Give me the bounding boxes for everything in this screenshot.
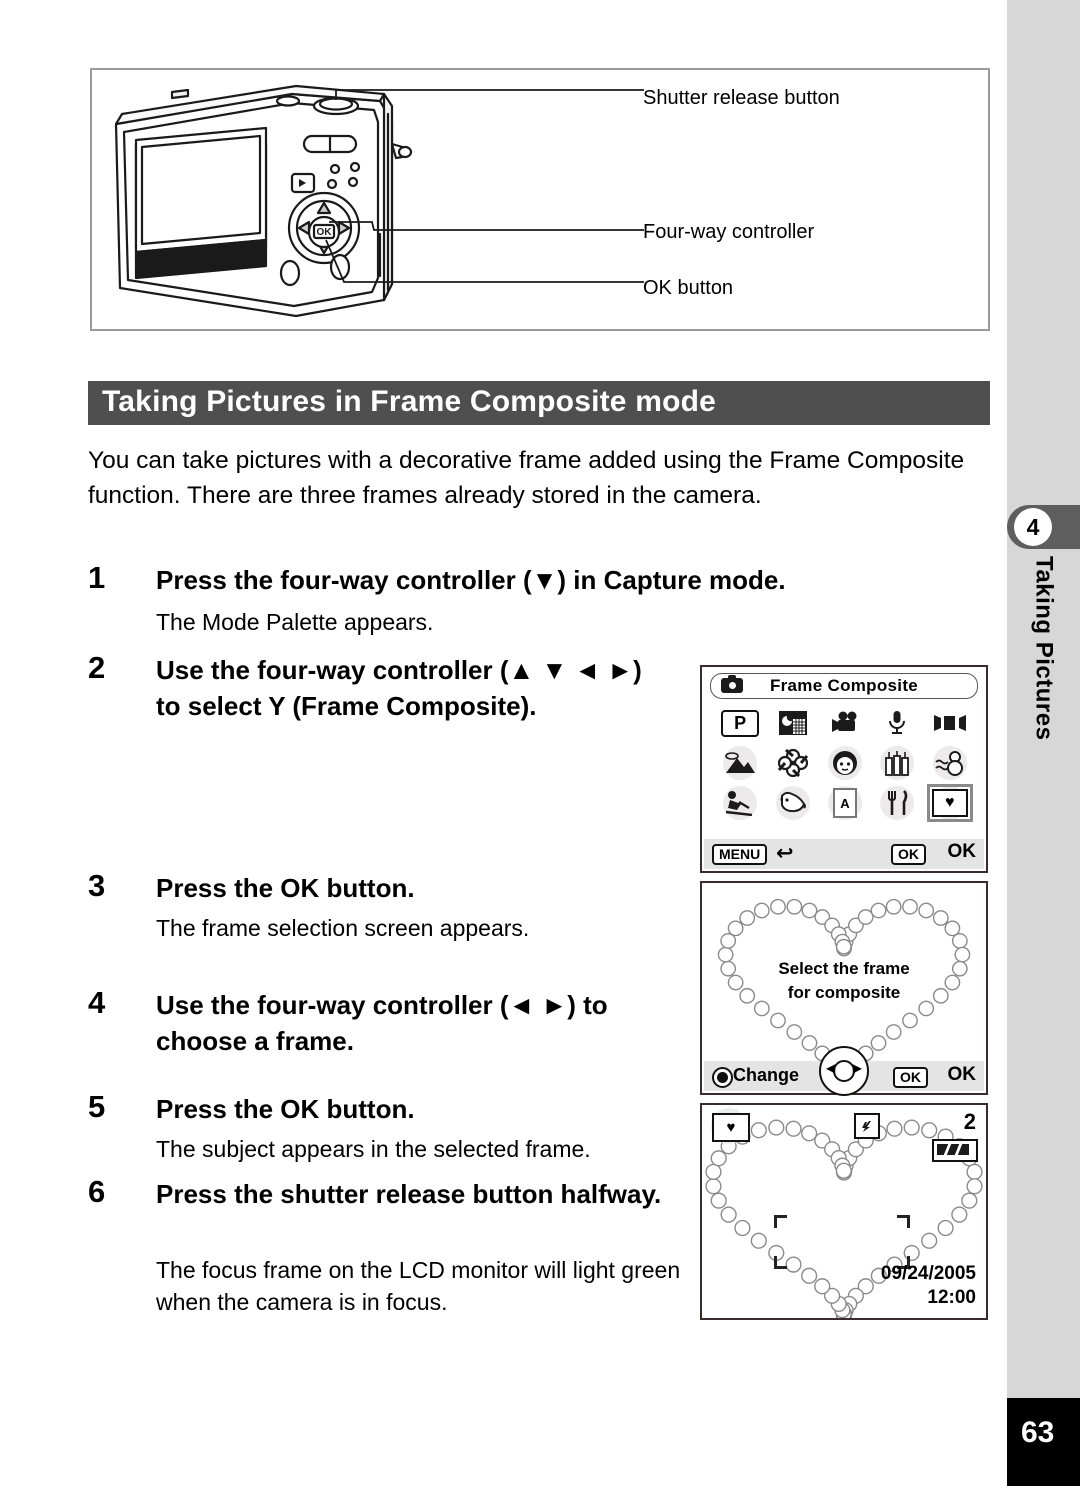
mode-icon-landscape[interactable] bbox=[714, 743, 766, 783]
sport-mode-icon bbox=[726, 791, 753, 816]
mode-icon-sport[interactable] bbox=[714, 783, 766, 823]
pet-mode-icon bbox=[780, 791, 806, 813]
mode-icon-food[interactable] bbox=[871, 783, 923, 823]
frame-composite-icon: ♥ bbox=[945, 794, 955, 811]
page-title: Taking Pictures in Frame Composite mode bbox=[102, 385, 717, 418]
mode-icon-frame-composite[interactable]: ♥ bbox=[924, 783, 976, 823]
mode-icon-surf-and-snow[interactable] bbox=[871, 743, 923, 783]
movie-mode-icon bbox=[831, 711, 857, 732]
step-5-number: 5 bbox=[88, 1089, 106, 1124]
step-1-number: 1 bbox=[88, 560, 106, 595]
lcd-frame-selection-screen: Select the frame for composite Change ◀ … bbox=[700, 881, 988, 1096]
mode-palette-grid: P A ♥ bbox=[714, 703, 976, 823]
change-dot-icon bbox=[712, 1067, 733, 1088]
focus-frame-corner-tr bbox=[894, 1215, 910, 1231]
caption-line-2: for composite bbox=[787, 983, 901, 1002]
svg-text:OK: OK bbox=[317, 227, 333, 238]
label-shutter-release-button: Shutter release button bbox=[643, 87, 840, 109]
ok-label: OK bbox=[947, 1064, 977, 1085]
step-4-number: 4 bbox=[88, 985, 106, 1020]
frame-select-caption: Select the frame for composite bbox=[702, 957, 986, 1005]
step-5-description: The subject appears in the selected fram… bbox=[156, 1136, 591, 1162]
step-4-title: Use the four-way controller (◄ ►) to cho… bbox=[156, 990, 608, 1056]
label-four-way-controller: Four-way controller bbox=[643, 221, 815, 243]
chapter-label: Taking Pictures bbox=[1007, 556, 1080, 856]
mode-icon-movie[interactable] bbox=[819, 703, 871, 743]
change-label: Change bbox=[733, 1065, 800, 1085]
text-mode-icon: A bbox=[840, 795, 850, 811]
ok-key[interactable]: OK bbox=[893, 1067, 928, 1088]
mode-icon-night-scene[interactable] bbox=[766, 703, 818, 743]
shots-remaining-count: 2 bbox=[963, 1109, 976, 1134]
ok-label: OK bbox=[947, 841, 977, 862]
mode-palette-title: Frame Composite bbox=[769, 676, 919, 695]
battery-level-icon bbox=[932, 1139, 978, 1162]
food-mode-icon bbox=[888, 790, 908, 815]
frame-composite-mode-badge: ♥ bbox=[711, 1108, 750, 1144]
program-mode-icon: P bbox=[734, 712, 747, 733]
menu-key[interactable]: MENU bbox=[712, 844, 768, 865]
four-way-controller-icon: ◀ ▶ bbox=[819, 1046, 869, 1096]
ok-key[interactable]: OK bbox=[891, 844, 926, 865]
mode-icon-text[interactable]: A bbox=[819, 783, 871, 823]
step-2-title: Use the four-way controller (▲ ▼ ◄ ►) to… bbox=[156, 655, 642, 721]
step-2-number: 2 bbox=[88, 650, 106, 685]
focus-frame-corner-bl bbox=[774, 1253, 790, 1269]
mode-palette-footer: MENU ↩ OK OK bbox=[704, 839, 984, 869]
step-3-title: Press the OK button. bbox=[156, 873, 415, 903]
step-3-number: 3 bbox=[88, 868, 106, 903]
step-1-title: Press the four-way controller (▼) in Cap… bbox=[156, 565, 786, 595]
manual-page: OK Shutter release button Four-way contr… bbox=[0, 0, 1080, 1486]
section-heading-bar: Taking Pictures in Frame Composite mode bbox=[88, 381, 990, 425]
surf-and-snow-icon bbox=[885, 751, 910, 776]
capture-time: 12:00 bbox=[927, 1287, 976, 1308]
caption-line-1: Select the frame bbox=[778, 959, 910, 978]
lcd-live-view-screen: ♥ 2 09/24/2005 12:00 bbox=[700, 1103, 988, 1320]
step-3-description: The frame selection screen appears. bbox=[156, 915, 530, 941]
mode-icon-flower[interactable] bbox=[766, 743, 818, 783]
voice-recording-icon bbox=[889, 711, 906, 734]
panorama-assist-icon bbox=[933, 715, 966, 731]
chapter-label-text: Taking Pictures bbox=[1030, 556, 1058, 741]
step-6-description: The focus frame on the LCD monitor will … bbox=[156, 1257, 681, 1315]
step-6-number: 6 bbox=[88, 1174, 106, 1209]
page-number-box: 63 bbox=[1007, 1398, 1080, 1486]
mode-palette-title-bar: Frame Composite bbox=[710, 673, 978, 699]
camera-illustration: OK bbox=[114, 84, 644, 318]
focus-frame-corner-tl bbox=[774, 1215, 790, 1231]
back-arrow-icon: ↩ bbox=[776, 842, 794, 865]
step-6-title: Press the shutter release button halfway… bbox=[156, 1179, 662, 1209]
flash-mode-icon bbox=[854, 1113, 880, 1139]
chapter-number-badge: 4 bbox=[1014, 508, 1052, 546]
label-ok-button: OK button bbox=[643, 277, 734, 299]
step-5-title: Press the OK button. bbox=[156, 1094, 415, 1124]
night-scene-icon bbox=[778, 711, 807, 735]
portrait-mode-icon bbox=[832, 751, 857, 775]
lcd-mode-palette-screen: Frame Composite P A ♥ MENU ↩ OK OK bbox=[700, 665, 988, 873]
frame-select-footer: Change ◀ ▶ OK OK bbox=[704, 1046, 984, 1096]
mode-icon-panorama-assist[interactable] bbox=[924, 703, 976, 743]
flower-mode-icon bbox=[777, 749, 808, 777]
mode-icon-portrait[interactable] bbox=[819, 743, 871, 783]
mode-icon-program[interactable]: P bbox=[714, 703, 766, 743]
mode-icon-snowman[interactable] bbox=[924, 743, 976, 783]
intro-paragraph: You can take pictures with a decorative … bbox=[88, 447, 965, 509]
camera-diagram-panel: OK Shutter release button Four-way contr… bbox=[90, 68, 990, 331]
landscape-mode-icon bbox=[725, 752, 756, 773]
page-number: 63 bbox=[1021, 1416, 1055, 1449]
date-time-stamp: 09/24/2005 12:00 bbox=[881, 1262, 976, 1310]
capture-date: 09/24/2005 bbox=[880, 1263, 976, 1284]
snowman-mode-icon bbox=[935, 751, 963, 776]
mode-icon-voice-recording[interactable] bbox=[871, 703, 923, 743]
mode-icon-pet[interactable] bbox=[766, 783, 818, 823]
step-1-description: The Mode Palette appears. bbox=[156, 609, 434, 635]
frame-composite-icon: ♥ bbox=[726, 1119, 736, 1136]
